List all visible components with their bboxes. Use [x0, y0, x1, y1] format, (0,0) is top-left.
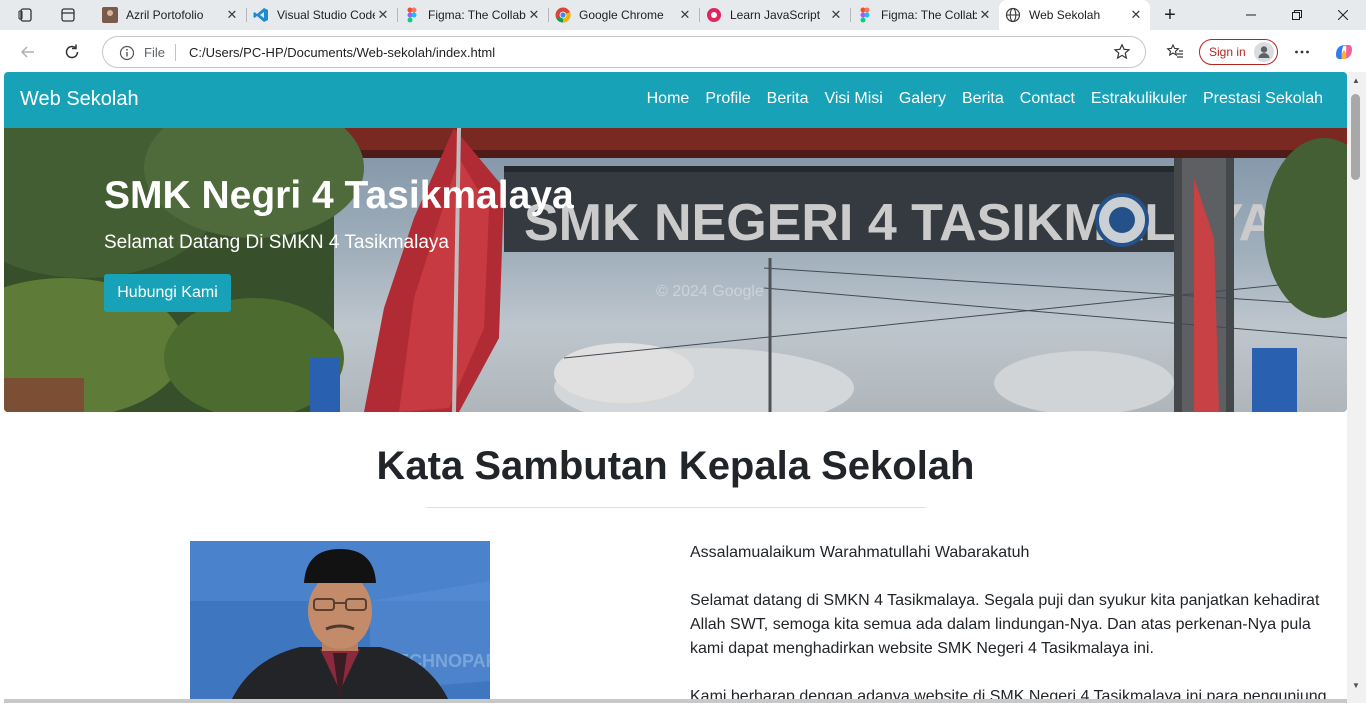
- image-watermark: © 2024 Google: [656, 283, 764, 300]
- nav-link-contact[interactable]: Contact: [1012, 90, 1083, 108]
- tab-learn-javascript[interactable]: Learn JavaScript ✕: [700, 0, 850, 30]
- address-divider: [175, 44, 176, 61]
- nav-link-profile[interactable]: Profile: [697, 90, 758, 108]
- back-button[interactable]: [14, 38, 42, 66]
- favorites-icon[interactable]: [1161, 38, 1189, 66]
- welcome-section-title: Kata Sambutan Kepala Sekolah: [376, 444, 975, 488]
- site-navbar: Web Sekolah Home Profile Berita Visi Mis…: [4, 72, 1347, 128]
- section-divider: [426, 507, 926, 508]
- sign-in-label: Sign in: [1209, 45, 1246, 59]
- close-icon[interactable]: ✕: [677, 7, 693, 23]
- close-icon[interactable]: ✕: [526, 7, 542, 23]
- nav-link-prestasi-sekolah[interactable]: Prestasi Sekolah: [1195, 90, 1323, 108]
- tab-title: Figma: The Collaborative: [428, 8, 526, 22]
- scrollbar-thumb[interactable]: [1351, 94, 1360, 180]
- tab-azril-portofolio[interactable]: Azril Portofolio ✕: [96, 0, 246, 30]
- url-text[interactable]: C:/Users/PC-HP/Documents/Web-sekolah/ind…: [189, 45, 495, 60]
- tab-title: Figma: The Collaborative: [881, 8, 977, 22]
- close-icon[interactable]: ✕: [224, 7, 240, 23]
- sign-in-button[interactable]: Sign in: [1199, 39, 1278, 65]
- minimize-button[interactable]: [1228, 0, 1274, 30]
- close-icon[interactable]: ✕: [977, 7, 993, 23]
- scroll-up-icon[interactable]: ▲: [1352, 76, 1360, 85]
- close-icon[interactable]: ✕: [828, 7, 844, 23]
- favorite-star-icon[interactable]: [1113, 43, 1131, 61]
- tab-actions-icon[interactable]: [60, 7, 76, 23]
- figma-favicon: [404, 7, 420, 23]
- tab-title: Google Chrome: [579, 8, 664, 22]
- page-viewport: Web Sekolah Home Profile Berita Visi Mis…: [0, 72, 1366, 703]
- chrome-favicon: [555, 7, 571, 23]
- hero-subtitle: Selamat Datang Di SMKN 4 Tasikmalaya: [104, 232, 449, 253]
- tab-google-chrome[interactable]: Google Chrome ✕: [549, 0, 699, 30]
- close-icon[interactable]: ✕: [375, 7, 391, 23]
- tab-figma[interactable]: Figma: The Collaborative ✕: [398, 0, 548, 30]
- new-tab-button[interactable]: +: [1150, 0, 1190, 30]
- web-page: Web Sekolah Home Profile Berita Visi Mis…: [4, 72, 1351, 703]
- nav-links: Home Profile Berita Visi Misi Galery Ber…: [639, 90, 1323, 108]
- scroll-down-icon[interactable]: ▼: [1352, 681, 1360, 690]
- portfolio-favicon: [102, 7, 118, 23]
- workspaces-icon[interactable]: [18, 7, 34, 23]
- horizontal-scrollbar[interactable]: [4, 699, 1351, 703]
- welcome-paragraph: Assalamualaikum Warahmatullahi Wabarakat…: [690, 544, 1030, 561]
- principal-photo: TECHNOPARK: [190, 541, 490, 703]
- contact-us-button[interactable]: Hubungi Kami: [104, 274, 231, 312]
- scrimba-favicon: [706, 7, 722, 23]
- site-brand[interactable]: Web Sekolah: [20, 88, 139, 111]
- school-gate-photo: SMK NEGERI 4 TASIKMALAYA © 2024 Google: [4, 128, 1347, 412]
- nav-link-visi-misi[interactable]: Visi Misi: [816, 90, 890, 108]
- globe-favicon: [1005, 7, 1021, 23]
- profile-avatar-icon: [1254, 42, 1274, 62]
- nav-link-estrakulikuler[interactable]: Estrakulikuler: [1083, 90, 1195, 108]
- tab-web-sekolah[interactable]: Web Sekolah ✕: [999, 0, 1150, 30]
- tab-title: Visual Studio Code: [277, 8, 375, 22]
- restore-button[interactable]: [1274, 0, 1320, 30]
- address-bar[interactable]: File C:/Users/PC-HP/Documents/Web-sekola…: [102, 36, 1146, 68]
- more-options-icon[interactable]: [1288, 38, 1316, 66]
- close-window-button[interactable]: [1320, 0, 1366, 30]
- browser-tab-strip: Azril Portofolio ✕ Visual Studio Code ✕ …: [0, 0, 1366, 30]
- tab-figma-2[interactable]: Figma: The Collaborative ✕: [851, 0, 999, 30]
- refresh-button[interactable]: [58, 38, 86, 66]
- welcome-message: Assalamualaikum Warahmatullahi Wabarakat…: [690, 541, 1335, 703]
- nav-link-home[interactable]: Home: [639, 90, 698, 108]
- close-icon[interactable]: ✕: [1128, 7, 1144, 23]
- tab-title: Web Sekolah: [1029, 8, 1101, 22]
- browser-toolbar: File C:/Users/PC-HP/Documents/Web-sekola…: [0, 30, 1366, 72]
- info-icon[interactable]: [119, 45, 135, 61]
- copilot-icon[interactable]: [1330, 38, 1358, 66]
- tab-title: Learn JavaScript: [730, 8, 821, 22]
- nav-link-galery[interactable]: Galery: [891, 90, 954, 108]
- tab-title: Azril Portofolio: [126, 8, 204, 22]
- vertical-scrollbar[interactable]: ▲ ▼: [1347, 72, 1366, 703]
- vscode-favicon: [253, 7, 269, 23]
- nav-link-berita[interactable]: Berita: [759, 90, 817, 108]
- hero-banner: SMK NEGERI 4 TASIKMALAYA © 2024 Google S…: [4, 128, 1347, 412]
- url-scheme-label: File: [144, 45, 165, 60]
- tab-visual-studio-code[interactable]: Visual Studio Code ✕: [247, 0, 397, 30]
- figma-favicon: [857, 7, 873, 23]
- nav-link-berita-2[interactable]: Berita: [954, 90, 1012, 108]
- welcome-paragraph: Selamat datang di SMKN 4 Tasikmalaya. Se…: [690, 592, 1320, 657]
- hero-title: SMK Negri 4 Tasikmalaya: [104, 174, 574, 217]
